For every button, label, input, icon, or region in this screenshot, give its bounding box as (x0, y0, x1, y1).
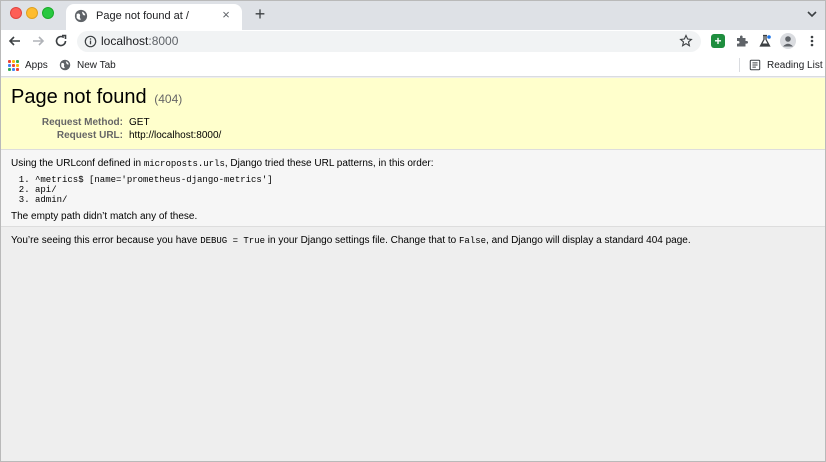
urlconf-suffix: , Django tried these URL patterns, in th… (224, 158, 434, 169)
debug-text: You’re seeing this error because you hav… (11, 235, 817, 246)
apps-grid-dot (8, 63, 11, 67)
request-url-label: Request URL: (56, 130, 123, 141)
urlconf-prefix: Using the URLconf defined in (11, 158, 144, 169)
apps-grid-dot (12, 63, 15, 67)
request-method-row: Request Method: GET (11, 116, 817, 129)
debug-prefix: You’re seeing this error because you hav… (11, 235, 201, 246)
extension-plus-icon[interactable]: + (711, 34, 725, 48)
apps-grid-dot (12, 67, 15, 71)
debug-false: False (459, 236, 487, 246)
error-summary: Page not found (404) Request Method: GET… (1, 78, 825, 150)
apps-grid-dot (8, 67, 11, 71)
bookmark-new-tab-label: New Tab (77, 59, 116, 71)
debug-setting: DEBUG = True (200, 236, 266, 246)
tab-close-button[interactable]: × (218, 7, 234, 23)
reload-icon[interactable] (52, 32, 70, 50)
url-patterns-info: Using the URLconf defined in microposts.… (1, 150, 825, 227)
apps-grid-dot (8, 59, 11, 63)
minimize-window-button[interactable] (26, 7, 38, 19)
browser-window: Page not found at / × + localhost:8000 +… (0, 0, 826, 462)
more-vertical-icon[interactable] (805, 34, 819, 48)
bookmark-apps[interactable]: Apps (8, 57, 48, 73)
tab-title: Page not found at / (96, 10, 189, 22)
url-host: localhost (101, 34, 149, 48)
url-pattern-item: admin/ (35, 195, 817, 205)
person-icon (783, 36, 793, 47)
urlconf-module: microposts.urls (143, 159, 225, 169)
maximize-window-button[interactable] (42, 7, 54, 19)
close-window-button[interactable] (10, 7, 22, 19)
apps-grid-dot (16, 63, 19, 67)
apps-grid-dot (16, 59, 19, 63)
tab-active[interactable]: Page not found at / × (66, 4, 242, 30)
extensions-puzzle-icon[interactable] (735, 34, 749, 48)
request-method-label: Request Method: (41, 117, 123, 128)
status-code: (404) (154, 92, 183, 106)
urlconf-text: Using the URLconf defined in microposts.… (11, 158, 817, 169)
url-text: localhost:8000 (101, 34, 178, 48)
request-url-value: http://localhost:8000/ (129, 130, 222, 141)
apps-grid-dot (12, 59, 15, 63)
reading-list-icon (749, 59, 761, 71)
tab-strip: Page not found at / × + (1, 1, 825, 30)
debug-suffix: , and Django will display a standard 404… (486, 235, 691, 246)
apps-grid-dot (16, 67, 19, 71)
request-url-row: Request URL: http://localhost:8000/ (11, 129, 817, 142)
no-match-text: The empty path didn’t match any of these… (11, 211, 198, 222)
url-pattern-list: ^metrics$ [name='prometheus-django-metri… (35, 175, 817, 205)
url-port: :8000 (148, 34, 179, 48)
globe-icon (59, 59, 71, 71)
globe-icon (74, 9, 88, 23)
info-icon[interactable] (84, 35, 97, 48)
bookmarks-divider (739, 58, 740, 72)
reading-list-button[interactable]: Reading List (749, 57, 823, 73)
page-title: Page not found (404) (11, 86, 817, 109)
bookmark-star-icon[interactable] (679, 34, 693, 48)
debug-explanation: You’re seeing this error because you hav… (1, 227, 825, 254)
browser-toolbar: localhost:8000 + (1, 30, 825, 53)
bookmark-new-tab[interactable]: New Tab (59, 57, 116, 73)
request-meta-table: Request Method: GET Request URL: http://… (11, 116, 817, 142)
page-title-text: Page not found (11, 86, 147, 108)
new-tab-button[interactable]: + (250, 4, 270, 24)
bookmarks-bar: Apps New Tab Reading List (1, 53, 825, 77)
page-content: Page not found (404) Request Method: GET… (1, 78, 825, 461)
address-bar[interactable]: localhost:8000 (77, 31, 701, 52)
apps-grid-icon (8, 59, 19, 71)
bookmark-apps-label: Apps (25, 59, 48, 71)
request-method-value: GET (129, 117, 150, 128)
url-pattern-item: ^metrics$ [name='prometheus-django-metri… (35, 175, 817, 185)
forward-arrow-icon[interactable] (29, 32, 47, 50)
profile-avatar[interactable] (780, 33, 796, 49)
debug-middle: in your Django settings file. Change tha… (265, 235, 460, 246)
reading-list-label: Reading List (767, 59, 823, 71)
chevron-down-icon[interactable] (805, 7, 819, 21)
back-arrow-icon[interactable] (6, 32, 24, 50)
flask-icon[interactable] (758, 34, 772, 48)
url-pattern-item: api/ (35, 185, 817, 195)
